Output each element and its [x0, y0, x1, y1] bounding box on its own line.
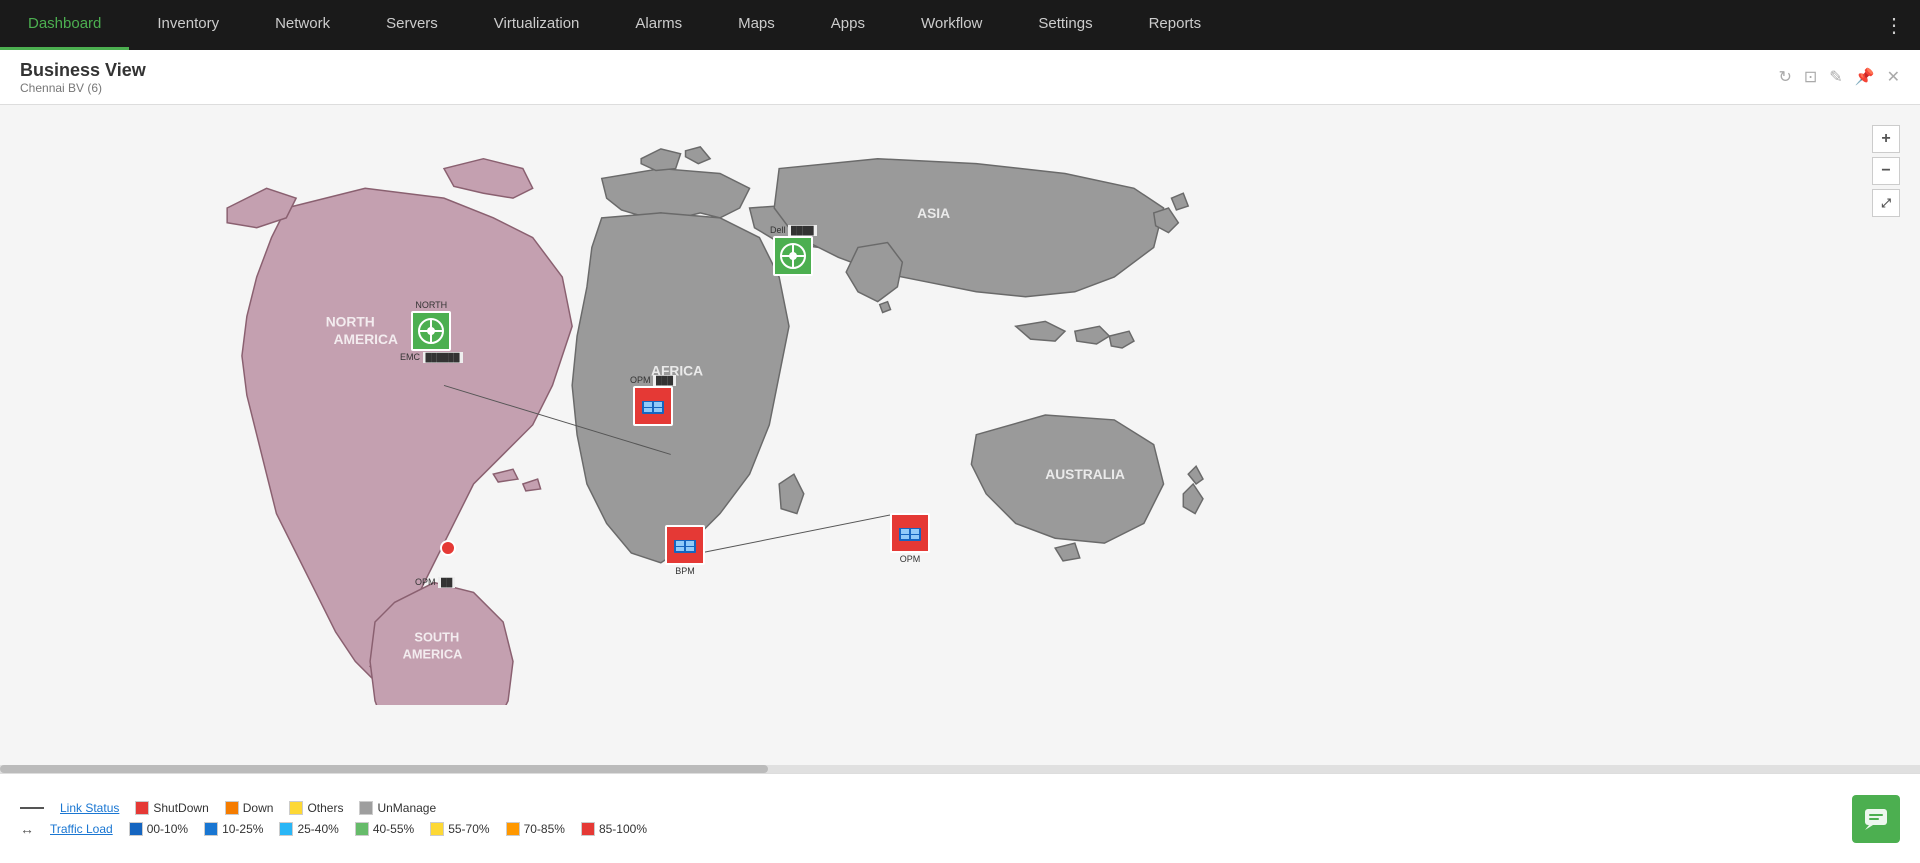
traffic-load-label[interactable]: Traffic Load: [50, 822, 113, 836]
node-south-america-dot[interactable]: [440, 540, 456, 556]
unmanage-color: [359, 801, 373, 815]
node-icon-africa: [633, 386, 673, 426]
copy-button[interactable]: ⊡: [1804, 67, 1817, 87]
node-asia[interactable]: Dell ████: [770, 225, 817, 276]
load-55-70-label: 55-70%: [448, 822, 489, 836]
nav-dashboard[interactable]: Dashboard: [0, 0, 129, 50]
load-85-100-label: 85-100%: [599, 822, 647, 836]
load-85-100: 85-100%: [581, 822, 647, 836]
load-55-70-color: [430, 822, 444, 836]
zoom-out-button[interactable]: −: [1872, 157, 1900, 185]
legend-row-traffic-load: ↔ Traffic Load 00-10% 10-25% 25-40% 40-5…: [20, 821, 1900, 837]
load-40-55-label: 40-55%: [373, 822, 414, 836]
load-40-55: 40-55%: [355, 822, 414, 836]
edit-button[interactable]: ✎: [1829, 67, 1842, 87]
load-25-40: 25-40%: [279, 822, 338, 836]
legend-bar: Link Status ShutDown Down Others UnManag…: [0, 773, 1920, 863]
load-0-10-color: [129, 822, 143, 836]
nav-maps[interactable]: Maps: [710, 0, 803, 50]
nav-network[interactable]: Network: [247, 0, 358, 50]
svg-text:AMERICA: AMERICA: [334, 332, 398, 347]
node-icon-africa-south: [665, 525, 705, 565]
zoom-in-button[interactable]: +: [1872, 125, 1900, 153]
status-unmanage: UnManage: [359, 801, 436, 815]
load-10-25-color: [204, 822, 218, 836]
node-africa-south[interactable]: BPM: [665, 525, 705, 576]
map-container[interactable]: NORTH AMERICA SOUTH AMERICA AFRICA ASIA …: [0, 105, 1920, 773]
scrollbar-thumb[interactable]: [0, 765, 768, 773]
page-title: Business View: [20, 60, 146, 81]
load-40-55-color: [355, 822, 369, 836]
node-africa[interactable]: OPM ███: [630, 375, 676, 426]
svg-text:NORTH: NORTH: [326, 314, 375, 329]
node-icon-asia: [773, 236, 813, 276]
nav-inventory[interactable]: Inventory: [129, 0, 247, 50]
node-south-america-label: OPM ██: [415, 577, 455, 587]
status-down: Down: [225, 801, 274, 815]
load-70-85-label: 70-85%: [524, 822, 565, 836]
traffic-arrow-icon: ↔: [20, 821, 34, 837]
legend-row-link-status: Link Status ShutDown Down Others UnManag…: [20, 801, 1900, 815]
load-55-70: 55-70%: [430, 822, 489, 836]
node-australia[interactable]: OPM: [890, 513, 930, 564]
nav-more-button[interactable]: ⋮: [1868, 0, 1920, 50]
svg-text:ASIA: ASIA: [917, 206, 950, 221]
load-85-100-color: [581, 822, 595, 836]
nav-virtualization[interactable]: Virtualization: [466, 0, 608, 50]
load-70-85: 70-85%: [506, 822, 565, 836]
status-others: Others: [289, 801, 343, 815]
svg-text:SOUTH: SOUTH: [414, 630, 459, 645]
down-label: Down: [243, 801, 274, 815]
status-shutdown: ShutDown: [135, 801, 208, 815]
node-north-ca[interactable]: NORTH EMC ██████: [400, 300, 463, 362]
others-color: [289, 801, 303, 815]
map-scrollbar[interactable]: [0, 765, 1920, 773]
business-view-header: Business View Chennai BV (6) ↻ ⊡ ✎ 📌 ✕: [0, 50, 1920, 105]
page-subtitle: Chennai BV (6): [20, 81, 146, 95]
chat-button[interactable]: [1852, 795, 1900, 843]
svg-text:AUSTRALIA: AUSTRALIA: [1045, 467, 1125, 482]
nav-apps[interactable]: Apps: [803, 0, 893, 50]
nav-servers[interactable]: Servers: [358, 0, 466, 50]
world-map-svg: NORTH AMERICA SOUTH AMERICA AFRICA ASIA …: [30, 125, 1410, 705]
load-0-10-label: 00-10%: [147, 822, 188, 836]
shutdown-color: [135, 801, 149, 815]
unmanage-label: UnManage: [377, 801, 436, 815]
refresh-button[interactable]: ↻: [1778, 67, 1791, 87]
load-25-40-label: 25-40%: [297, 822, 338, 836]
zoom-controls: + − ⤢: [1872, 125, 1900, 217]
node-icon-north-ca: [411, 311, 451, 351]
pin-button[interactable]: 📌: [1855, 67, 1875, 87]
node-icon-australia: [890, 513, 930, 553]
top-navigation: Dashboard Inventory Network Servers Virt…: [0, 0, 1920, 50]
load-70-85-color: [506, 822, 520, 836]
load-10-25-label: 10-25%: [222, 822, 263, 836]
shutdown-label: ShutDown: [153, 801, 208, 815]
load-0-10: 00-10%: [129, 822, 188, 836]
svg-text:AMERICA: AMERICA: [403, 646, 463, 661]
nav-alarms[interactable]: Alarms: [607, 0, 710, 50]
others-label: Others: [307, 801, 343, 815]
down-color: [225, 801, 239, 815]
zoom-fit-button[interactable]: ⤢: [1872, 189, 1900, 217]
load-10-25: 10-25%: [204, 822, 263, 836]
close-button[interactable]: ✕: [1887, 67, 1900, 87]
nav-reports[interactable]: Reports: [1121, 0, 1230, 50]
load-25-40-color: [279, 822, 293, 836]
nav-workflow[interactable]: Workflow: [893, 0, 1010, 50]
link-status-label[interactable]: Link Status: [60, 801, 119, 815]
nav-settings[interactable]: Settings: [1010, 0, 1120, 50]
link-status-line-icon: [20, 807, 44, 809]
